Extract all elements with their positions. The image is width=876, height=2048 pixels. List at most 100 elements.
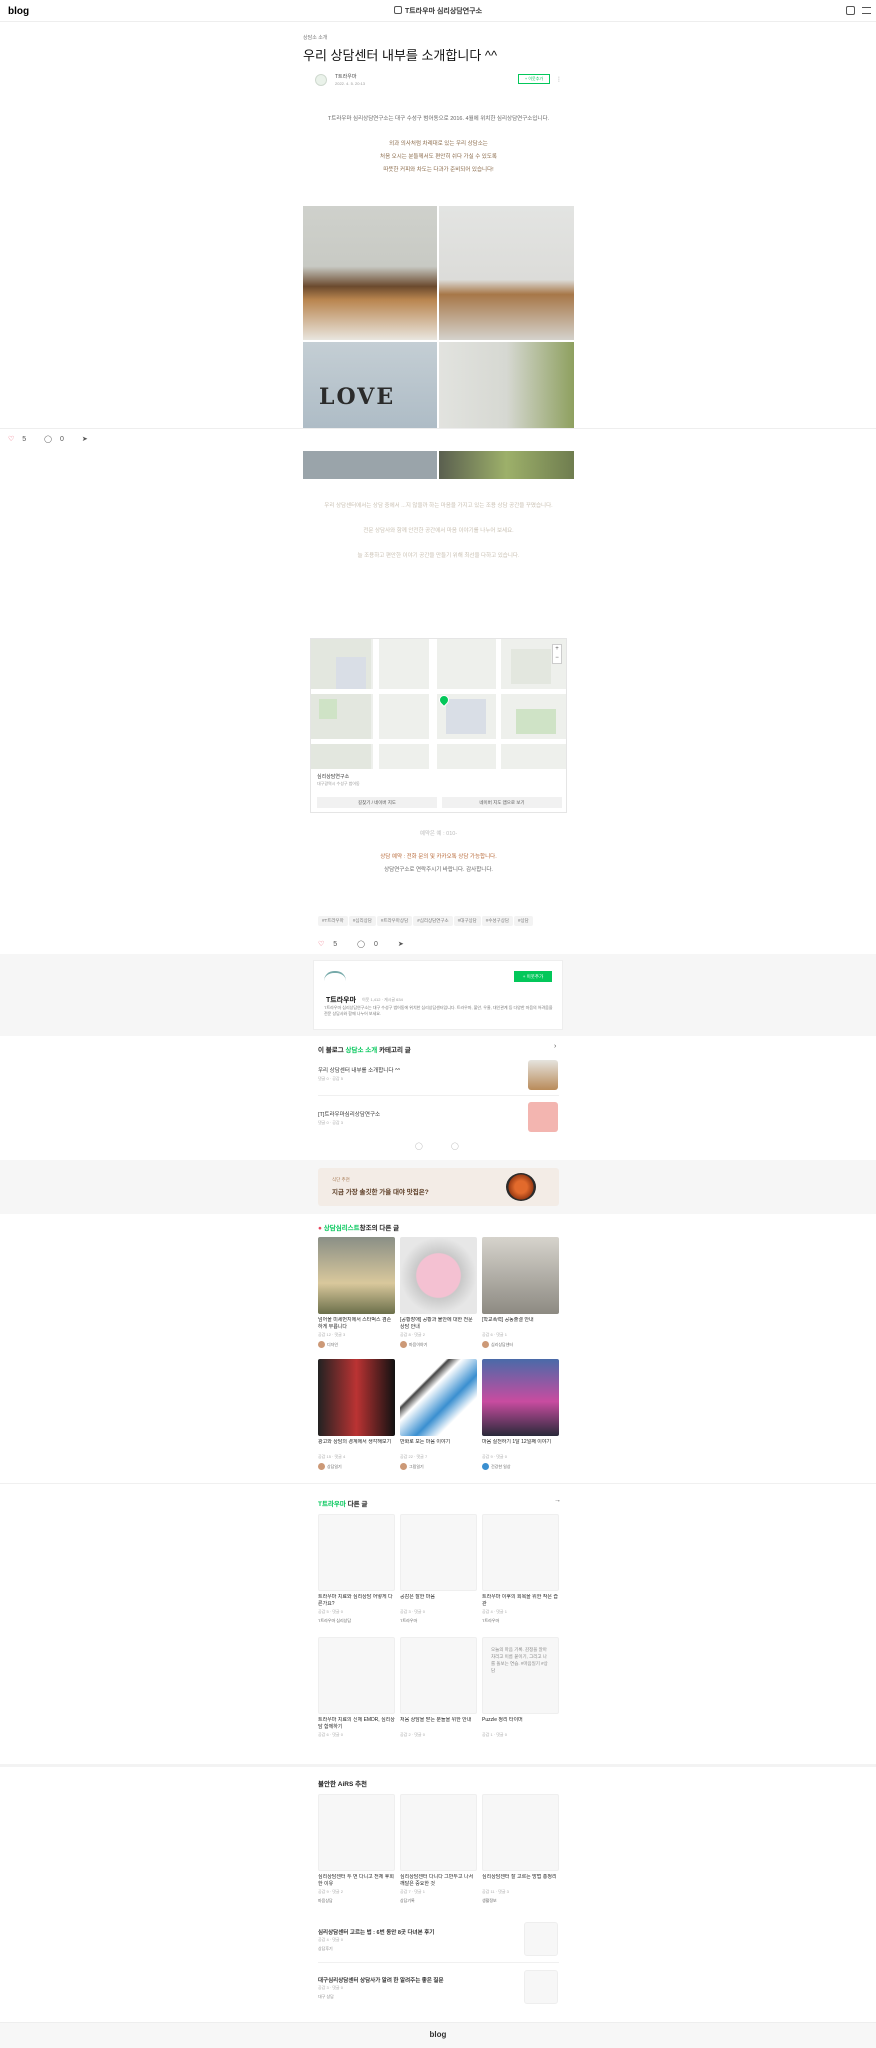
grid-card-image	[400, 1237, 477, 1314]
grid-card[interactable]: 트라우마 치료와 심리상담 어떻게 다른가요? 공감 5 · 댓글 0 T트라우…	[318, 1514, 395, 1624]
comment-icon: ◯	[357, 941, 365, 948]
tag[interactable]: #상담	[513, 916, 533, 926]
interior-photo-table[interactable]	[439, 206, 574, 340]
interior-photo-coffee-bar[interactable]	[303, 206, 437, 340]
category-heading: 이 블로그 상담소 소개 카테고리 글	[318, 1044, 411, 1054]
interior-photo-green-chairs[interactable]	[439, 451, 574, 479]
like-button[interactable]: ♡ 5	[318, 941, 346, 948]
grid-card[interactable]: [공황장애] 공황과 불안에 대한 전문상담 안내 공감 8 · 댓글 2 마음…	[400, 1237, 477, 1348]
post-title: 우리 상담센터 내부를 소개합니다 ^^	[303, 48, 498, 63]
airs-list-thumb[interactable]	[524, 1970, 558, 2004]
airs-list-title[interactable]: 심리상담센터 고르는 법 : 6번 동안 8곳 다녀본 후기	[318, 1928, 434, 1936]
write-icon[interactable]	[846, 6, 855, 15]
grid-card[interactable]: 트라우마 이후의 회복을 위한 작은 습관 공감 4 · 댓글 1 T트라우마	[482, 1514, 559, 1624]
blog-link[interactable]: T트라우마	[318, 1501, 346, 1508]
directions-button[interactable]: 길찾기 / 네이버 지도	[317, 797, 437, 808]
menu-icon[interactable]	[862, 7, 871, 14]
prev-page-icon[interactable]: ◯	[415, 1142, 423, 1150]
ad-banner[interactable]: 식단 추천 지금 가장 솔깃한 가을 대야 맛집은?	[318, 1168, 559, 1206]
post-actions: ♡ 5 ◯ 0 ➤	[318, 940, 413, 948]
post-category[interactable]: 상담소 소개	[303, 34, 574, 41]
grid-card-meta: 공감 2 · 댓글 0	[400, 1732, 425, 1737]
author-label: T트라우마 심리상담	[318, 1618, 351, 1623]
divider	[0, 428, 876, 429]
airs-list-title[interactable]: 대구심리상담센터 상담사가 알려 한 알려주는 좋은 질문	[318, 1976, 444, 1984]
category-post-thumb[interactable]	[528, 1102, 558, 1132]
tag[interactable]: #심리상담연구소	[413, 916, 453, 926]
grid-card-author: 디자인	[318, 1341, 395, 1348]
tag[interactable]: #대구상담	[453, 916, 481, 926]
category-post-title[interactable]: 우리 상담센터 내부를 소개합니다 ^^	[318, 1066, 400, 1074]
grid-card-text-thumb: 오늘의 마음 기록. 감정을 알아차리고 이름 붙이기, 그리고 나를 돌보는 …	[482, 1637, 559, 1714]
tag[interactable]: #수성구상담	[481, 916, 513, 926]
category-post-meta: 댓글 0 · 공감 5	[318, 1076, 343, 1081]
zoom-in-button[interactable]: +	[553, 645, 561, 654]
tag[interactable]: #심리상담	[348, 916, 376, 926]
category-post-title[interactable]: [T]트라우마심리상담연구소	[318, 1110, 380, 1118]
comment-button[interactable]: ◯ 0	[357, 941, 387, 948]
author-name[interactable]: T트라우마	[335, 73, 356, 80]
paragraph: 외과 의사처럼 차례대로 있는 우리 상담소는	[389, 141, 488, 147]
grid-card-image	[482, 1359, 559, 1436]
like-button[interactable]: ♡ 5	[8, 436, 34, 443]
profile-name[interactable]: T트라우마	[326, 995, 356, 1005]
grid-card[interactable]: 광고와 상담의 경계에서 생각해보기 공감 15 · 댓글 4 상담일기	[318, 1359, 395, 1470]
grid-card-author: 상담일기	[318, 1463, 395, 1470]
grid-card-author: 마음상담	[318, 1898, 395, 1904]
grid-card[interactable]: 오늘의 마음 기록. 감정을 알아차리고 이름 붙이기, 그리고 나를 돌보는 …	[482, 1637, 559, 1738]
profile-follow-button[interactable]: + 이웃추가	[514, 971, 552, 982]
paragraph: 우리 상담센터에서는 상담 중에서 ...지 않을까 하는 마음을 가지고 있는…	[324, 503, 553, 509]
contact-info: 예약은 예 : 010- 상담 예약 : 전화 문의 및 카카오톡 상담 가능합…	[303, 828, 574, 877]
map-place-name[interactable]: 심리상담연구소	[317, 773, 349, 780]
footer: blog	[0, 2022, 876, 2048]
map-view[interactable]: + −	[311, 639, 566, 769]
comment-button[interactable]: ◯ 0	[44, 436, 72, 443]
grid-card-title: 트라우마 이후의 회복을 위한 작은 습관	[482, 1594, 558, 1607]
topic-heading: ● 상담심리스트창조의 다른 글	[318, 1222, 399, 1232]
tag[interactable]: #T트라우마	[318, 916, 348, 926]
grid-card-image	[318, 1637, 395, 1714]
grid-card-title: 심리상담센터 두 번 다니고 전체 후회한 이유	[318, 1874, 394, 1887]
open-map-button[interactable]: 네이버 지도 앱으로 보기	[442, 797, 562, 808]
interior-photo-chairs[interactable]	[439, 342, 574, 428]
topic-name[interactable]: 상담심리스트	[324, 1225, 360, 1232]
author-label: T트라우마	[400, 1618, 418, 1623]
profile-logo[interactable]	[324, 971, 346, 981]
share-icon[interactable]: ➤	[82, 436, 88, 443]
grid-card[interactable]: 공감은 잘한 마음 공감 3 · 댓글 0 T트라우마	[400, 1514, 477, 1624]
grid-card[interactable]: 넘어올 미세먼지에서 스타벅스 겸손하게 부릅니다 공감 12 · 댓글 3 디…	[318, 1237, 395, 1348]
heading-category[interactable]: 상담소 소개	[346, 1047, 378, 1054]
blog-name[interactable]: T트라우마 심리상담연구소	[0, 6, 876, 16]
heart-icon: ♡	[8, 436, 15, 443]
grid-card[interactable]: 심리상담센터 다니다 그만두고 나서 깨달은 중요한 것 공감 7 · 댓글 1…	[400, 1794, 477, 1904]
more-options-icon[interactable]: ⋮	[556, 76, 562, 83]
follow-button[interactable]: + 이웃추가	[518, 74, 550, 84]
grid-card-image	[482, 1514, 559, 1591]
blog-icon	[393, 6, 402, 14]
share-icon[interactable]: ➤	[398, 941, 404, 948]
chevron-right-icon[interactable]: ›	[554, 1043, 556, 1050]
paragraph: 따뜻한 커피와 차도는 다과가 준비되어 있습니다!	[383, 167, 494, 173]
interior-photo-wall[interactable]	[303, 451, 437, 479]
grid-card-meta: 공감 8 · 댓글 2	[400, 1332, 425, 1337]
arrow-right-icon[interactable]: →	[554, 1497, 561, 1504]
grid-card[interactable]: 심리상담센터 잘 고르는 방법 총정리 공감 11 · 댓글 3 생활정보	[482, 1794, 559, 1904]
tag[interactable]: #트라우마상담	[376, 916, 413, 926]
zoom-out-button[interactable]: −	[553, 654, 561, 663]
grid-card[interactable]: 트라우마 치료의 신체 EMDR, 심리상담 함께하기 공감 6 · 댓글 0	[318, 1637, 395, 1738]
grid-card-meta: 공감 6 · 댓글 1	[482, 1332, 507, 1337]
footer-logo[interactable]: blog	[0, 2030, 876, 2039]
paragraph: T트라우마 심리상담연구소는 대구 수성구 범어동으로 2016. 4월에 위치…	[327, 116, 550, 122]
author-avatar[interactable]	[315, 74, 327, 86]
next-page-icon[interactable]: ◯	[451, 1142, 459, 1150]
grid-card[interactable]: 만화로 보는 마음 이야기 공감 22 · 댓글 7 그림일기	[400, 1359, 477, 1470]
grid-card[interactable]: 심리상담센터 두 번 다니고 전체 후회한 이유 공감 9 · 댓글 2 마음상…	[318, 1794, 395, 1904]
contact-line: 예약은 예 : 010-	[419, 831, 458, 837]
interior-photo-love-wall[interactable]: LOVE	[303, 342, 437, 428]
grid-card[interactable]: [학교폭력] 공동출결 안내 공감 6 · 댓글 1 심리상담센터	[482, 1237, 559, 1348]
zoom-controls[interactable]: + −	[552, 644, 562, 664]
category-post-thumb[interactable]	[528, 1060, 558, 1090]
grid-card[interactable]: 마음 실천하기 1달 12일째 이야기 공감 9 · 댓글 0 건강한 일상	[482, 1359, 559, 1470]
airs-list-thumb[interactable]	[524, 1922, 558, 1956]
grid-card[interactable]: 처음 상담을 받는 분들을 위한 안내 공감 2 · 댓글 0	[400, 1637, 477, 1738]
